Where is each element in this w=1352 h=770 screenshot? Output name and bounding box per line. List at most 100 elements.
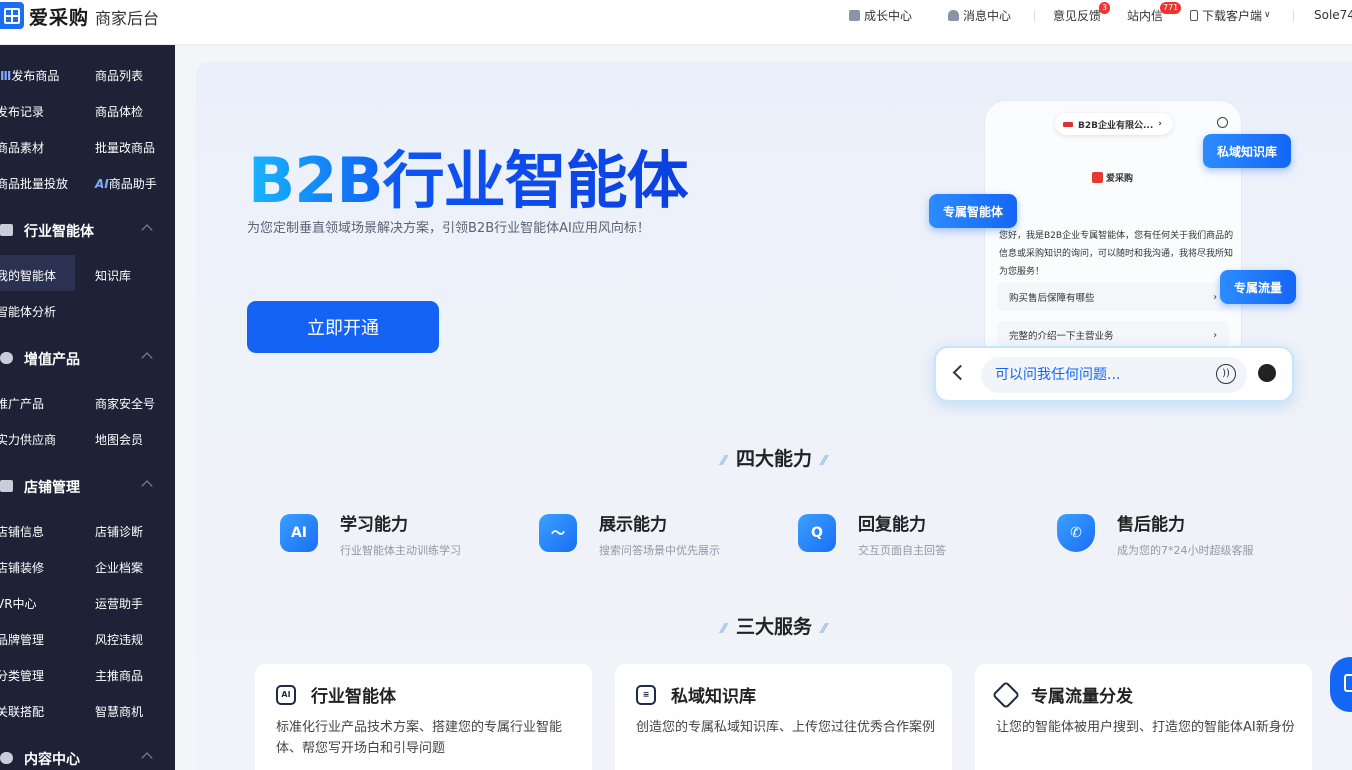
ability-desc: 搜索问答场景中优先展示 (599, 544, 720, 557)
sidebar-item-category-management[interactable]: 分类管理 (0, 667, 44, 684)
traffic-icon (991, 680, 1021, 710)
sidebar-item-shop-diagnosis[interactable]: 店铺诊断 (95, 523, 143, 540)
phone-brand-text: 爱采购 (1106, 174, 1134, 184)
service-card[interactable]: ≡ 私域知识库 创造您的专属私域知识库、上传您过往优秀合作案例 (615, 664, 952, 770)
sidebar-group-content[interactable]: 内容中心 (24, 749, 80, 769)
ai-icon: AI (95, 177, 109, 191)
voice-icon: )) (1216, 364, 1236, 384)
service-title: 私域知识库 (671, 687, 756, 707)
question-label: 完整的介绍一下主营业务 (1009, 331, 1114, 342)
sidebar-item-publish-records[interactable]: 发布记录 (0, 103, 44, 120)
phone-icon (1190, 9, 1198, 21)
brand-logo-icon (1092, 172, 1103, 183)
section-heading-abilities: 四大能力 (196, 444, 1352, 471)
chat-bar: )) (934, 346, 1294, 402)
chart-icon: 〜 (539, 514, 577, 552)
sidebar-item-agent-analysis[interactable]: 智能体分析 (0, 303, 56, 320)
shield-phone-icon: ✆ (1057, 514, 1095, 552)
phone-brand-logo: 爱采购 (1092, 171, 1133, 184)
reply-icon: Q (798, 514, 836, 552)
agent-group-icon (0, 224, 13, 236)
nav-messages-label: 消息中心 (963, 8, 1012, 23)
document-icon (1344, 674, 1352, 692)
sidebar-item-security-number[interactable]: 商家安全号 (95, 395, 155, 412)
logo-icon[interactable] (0, 2, 24, 29)
sidebar-item-knowledge-base[interactable]: 知识库 (95, 267, 131, 284)
paw-icon (1258, 364, 1276, 382)
tag-exclusive-traffic: 专属流量 (1220, 270, 1297, 304)
nav-messages[interactable]: 消息中心 (948, 6, 1011, 24)
ability-title: 展示能力 (599, 515, 667, 535)
ai-bars-icon: Ⅲ (0, 69, 12, 83)
chevron-up-icon[interactable] (141, 224, 153, 236)
sidebar-item-ops-assistant[interactable]: 运营助手 (95, 595, 143, 612)
suggested-question: 完整的介绍一下主营业务 › (997, 321, 1229, 349)
sidebar-group-agent[interactable]: 行业智能体 (24, 221, 94, 241)
question-label: 购买售后保障有哪些 (1009, 293, 1095, 304)
book-icon (849, 9, 860, 21)
bell-icon (948, 9, 959, 21)
nav-growth-center[interactable]: 成长中心 (849, 6, 912, 24)
ability-desc: 成为您的7*24小时超级客服 (1117, 544, 1254, 557)
sidebar-item-shop-info[interactable]: 店铺信息 (0, 523, 44, 540)
sidebar-item-featured-products[interactable]: 主推商品 (95, 667, 143, 684)
sidebar-item-brand-management[interactable]: 品牌管理 (0, 631, 44, 648)
clock-icon (1217, 117, 1228, 128)
chevron-right-icon: › (1213, 329, 1217, 341)
chevron-up-icon[interactable] (141, 352, 153, 364)
nav-inbox-label: 站内信 (1127, 8, 1164, 23)
sidebar-item-publish[interactable]: Ⅲ发布商品 (0, 67, 59, 84)
shop-icon (0, 480, 13, 492)
sidebar-item-vr-center[interactable]: VR中心 (0, 595, 37, 612)
activate-now-button[interactable]: 立即开通 (247, 301, 439, 353)
divider (1293, 10, 1294, 22)
chevron-right-icon: › (1213, 291, 1217, 303)
chevron-right-icon: › (1158, 119, 1162, 129)
sidebar-item-label: 发布商品 (11, 69, 60, 83)
tag-private-knowledge: 私域知识库 (1203, 134, 1292, 168)
sidebar-item-batch-launch[interactable]: 商品批量投放 (0, 175, 68, 192)
divider (1034, 10, 1035, 22)
sidebar-item-product-assistant[interactable]: AI商品助手 (95, 175, 157, 192)
sidebar-item-related-bundles[interactable]: 关联搭配 (0, 703, 44, 720)
sidebar-group-value[interactable]: 增值产品 (24, 349, 80, 369)
service-title: 专属流量分发 (1031, 687, 1133, 707)
company-pill: B2B企业有限公... › (1055, 113, 1173, 135)
nav-download-client[interactable]: 下载客户端 ∨ (1190, 6, 1271, 24)
service-card[interactable]: AI 行业智能体 标准化行业产品技术方案、搭建您的专属行业智能体、帮您写开场白和… (255, 664, 592, 770)
hero-subtitle: 为您定制垂直领域场景解决方案，引领B2B行业智能体AI应用风向标！ (247, 221, 650, 236)
sidebar-item-strong-supplier[interactable]: 实力供应商 (0, 431, 56, 448)
nav-inbox[interactable]: 站内信 771 (1127, 2, 1182, 24)
user-name: Sole74 (1314, 8, 1352, 22)
sidebar-item-smart-leads[interactable]: 智慧商机 (95, 703, 143, 720)
database-icon: ≡ (636, 685, 656, 705)
sidebar-group-shop[interactable]: 店铺管理 (24, 477, 80, 497)
sidebar-item-product-assets[interactable]: 商品素材 (0, 139, 44, 156)
nav-growth-label: 成长中心 (864, 8, 913, 23)
sidebar-item-product-check[interactable]: 商品体检 (95, 103, 143, 120)
sidebar-item-promotion[interactable]: 推广产品 (0, 395, 44, 412)
tag-exclusive-agent: 专属智能体 (929, 194, 1018, 228)
sidebar-item-my-agent[interactable]: 我的智能体 (0, 267, 56, 284)
chevron-up-icon[interactable] (141, 752, 153, 764)
top-bar: 爱采购 商家后台 成长中心 消息中心 意见反馈 3 站内信 771 下载客户端 ∨ S… (0, 0, 1352, 45)
floating-service-button[interactable] (1330, 657, 1352, 712)
user-menu[interactable]: Sole74 (1314, 6, 1352, 24)
sidebar-item-batch-edit[interactable]: 批量改商品 (95, 139, 155, 156)
chevron-up-icon[interactable] (141, 480, 153, 492)
brand-subtitle: 商家后台 (95, 9, 160, 28)
service-title: 行业智能体 (311, 687, 396, 707)
service-card[interactable]: 专属流量分发 让您的智能体被用户搜到、打造您的智能体AI新身份 (975, 664, 1312, 770)
sidebar-item-risk-violations[interactable]: 风控违规 (95, 631, 143, 648)
nav-feedback-label: 意见反馈 (1053, 8, 1102, 23)
sidebar-item-product-list[interactable]: 商品列表 (95, 67, 143, 84)
sidebar-item-company-profile[interactable]: 企业档案 (95, 559, 143, 576)
brand-name[interactable]: 爱采购 (29, 3, 89, 30)
ability-desc: 行业智能体主动训练学习 (340, 544, 461, 557)
sidebar-item-shop-decoration[interactable]: 店铺装修 (0, 559, 44, 576)
ability-desc: 交互页面自主回答 (858, 544, 946, 557)
sidebar-item-map-member[interactable]: 地图会员 (95, 431, 143, 448)
content-icon (0, 752, 13, 764)
service-desc: 创造您的专属私域知识库、上传您过往优秀合作案例 (636, 720, 936, 735)
nav-feedback[interactable]: 意见反馈 3 (1053, 2, 1111, 24)
